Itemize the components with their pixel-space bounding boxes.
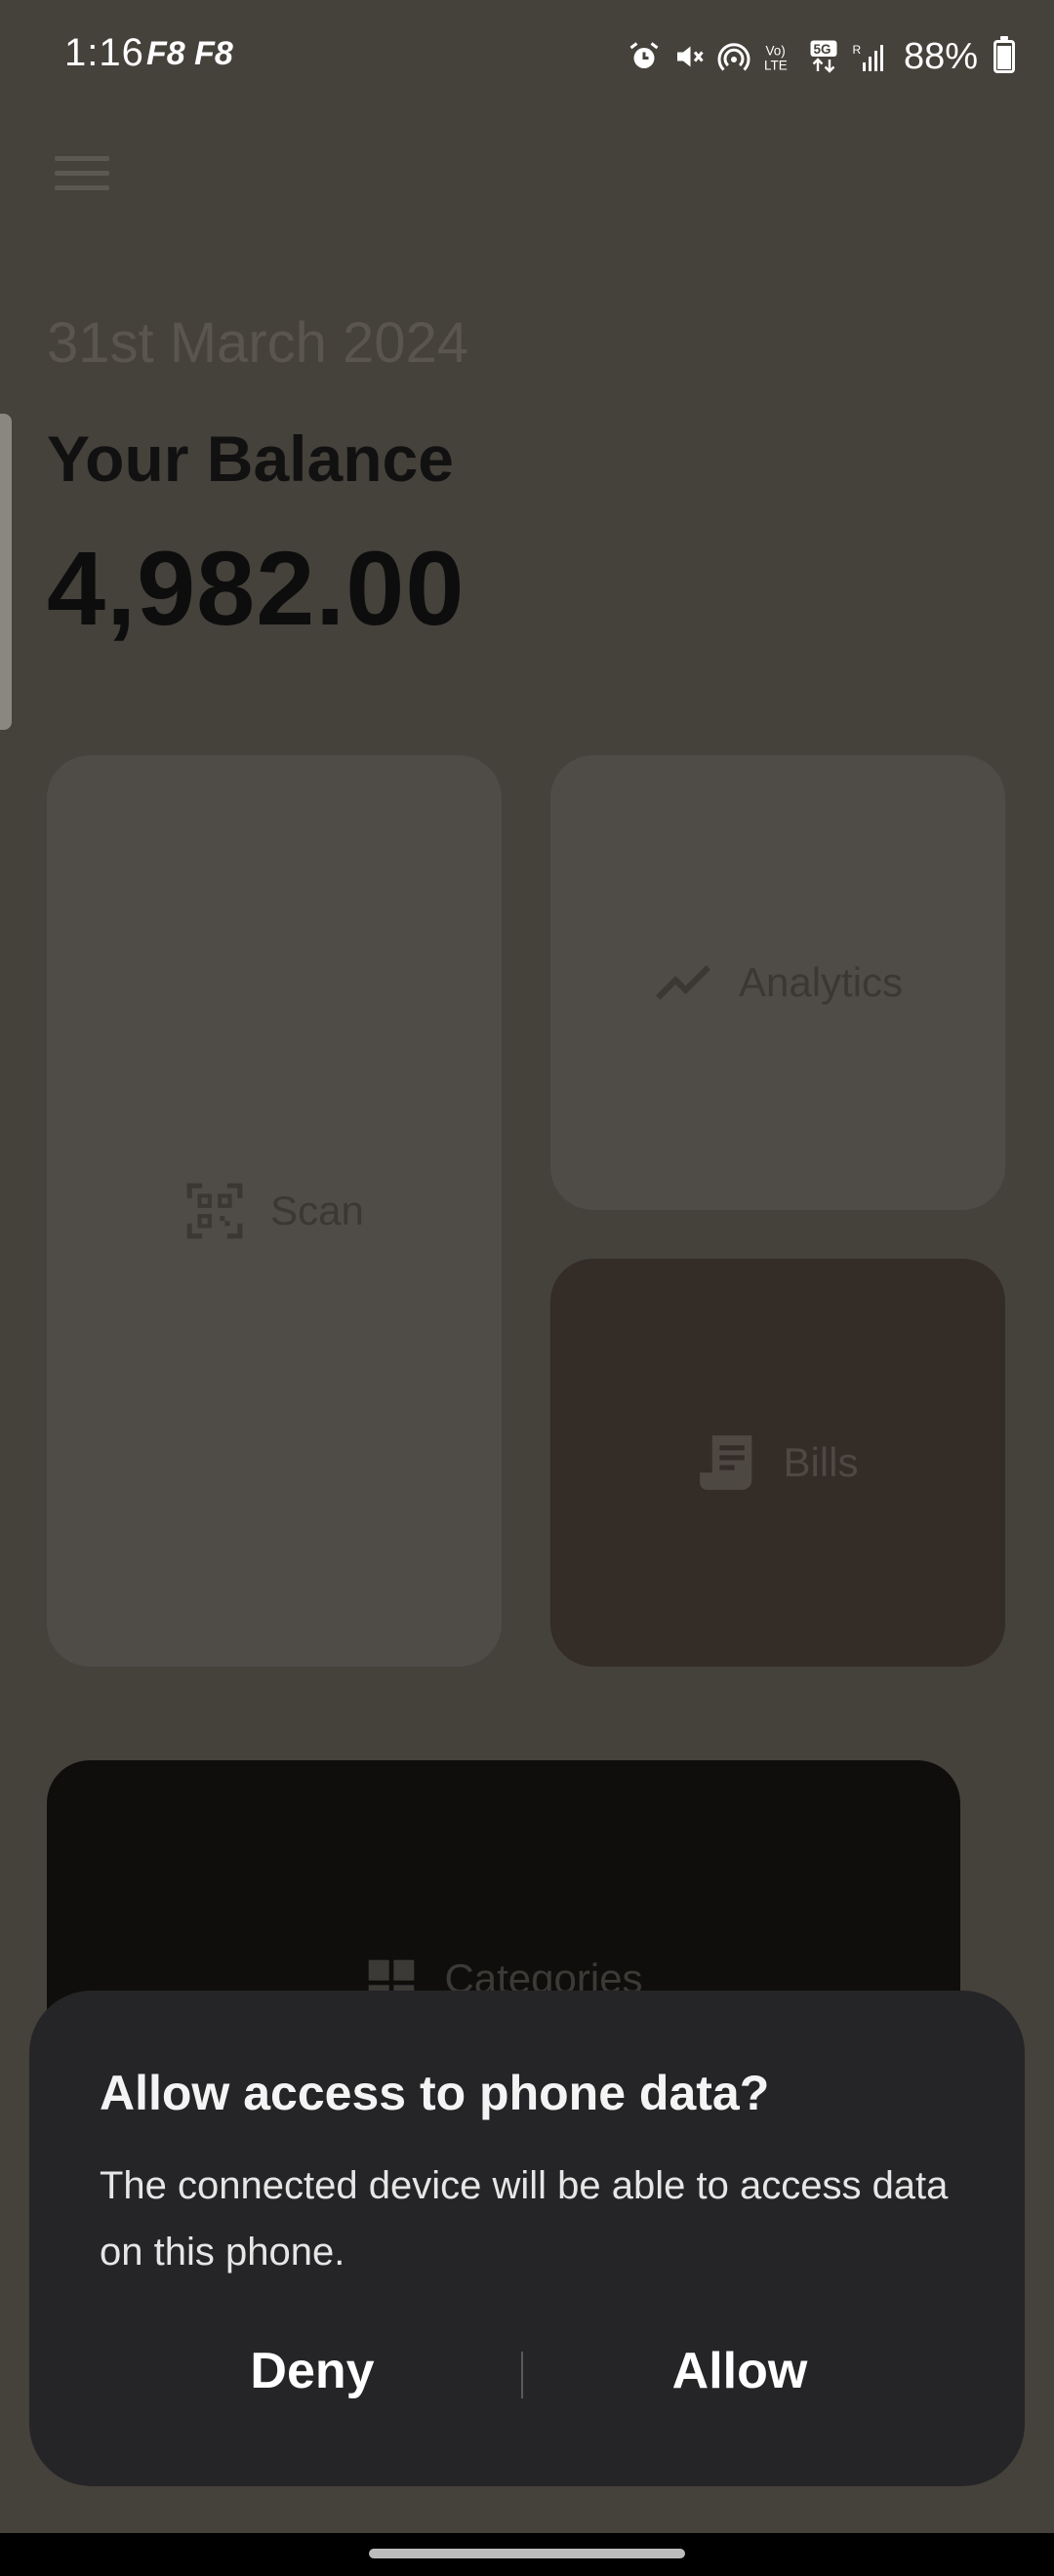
trending-line-icon [655, 965, 710, 1000]
svg-text:LTE: LTE [764, 59, 788, 73]
mute-icon [676, 46, 704, 67]
battery-percent: 88% [903, 35, 978, 77]
receipt-icon [700, 1435, 752, 1490]
dialog-message: The connected device will be able to acc… [100, 2164, 949, 2274]
dialog-title: Allow access to phone data? [100, 2066, 770, 2120]
hotspot-icon [717, 43, 750, 71]
svg-text:R: R [852, 43, 861, 57]
svg-text:5G: 5G [813, 42, 831, 57]
current-date: 31st March 2024 [47, 311, 469, 375]
home-gesture-handle[interactable] [369, 2549, 685, 2558]
5g-icon: 5G [810, 40, 837, 73]
allow-button[interactable]: Allow [525, 2332, 954, 2410]
hamburger-menu-icon[interactable] [55, 156, 109, 193]
button-divider [521, 2352, 523, 2398]
side-panel-handle[interactable] [0, 414, 12, 730]
status-time: 1:16 [64, 31, 144, 74]
status-icons: Vo) LTE 5G R 88% [627, 27, 1015, 86]
qr-scan-icon [186, 1183, 243, 1239]
status-bar: 1:16 F8 F8 Vo) LTE 5G R 88% [0, 0, 1054, 117]
phone-data-permission-dialog: Allow access to phone data? The connecte… [29, 1991, 1025, 2486]
deny-button[interactable]: Deny [98, 2332, 527, 2410]
balance-label: Your Balance [47, 423, 454, 495]
balance-amount: 4,982.00 [47, 529, 466, 647]
battery-charging-icon [993, 36, 1015, 73]
volte-icon: Vo)LTE [764, 44, 788, 73]
analytics-tile[interactable]: Analytics [550, 755, 1005, 1210]
scan-label: Scan [270, 1187, 364, 1233]
app-notification-icons: F8 F8 [146, 35, 233, 72]
svg-text:Vo): Vo) [765, 44, 785, 59]
bills-label: Bills [783, 1439, 859, 1485]
analytics-label: Analytics [738, 959, 904, 1005]
bills-tile[interactable]: Bills [550, 1259, 1005, 1667]
scan-tile[interactable]: Scan [47, 755, 502, 1667]
alarm-icon [629, 42, 659, 68]
signal-icon: R [852, 43, 883, 71]
